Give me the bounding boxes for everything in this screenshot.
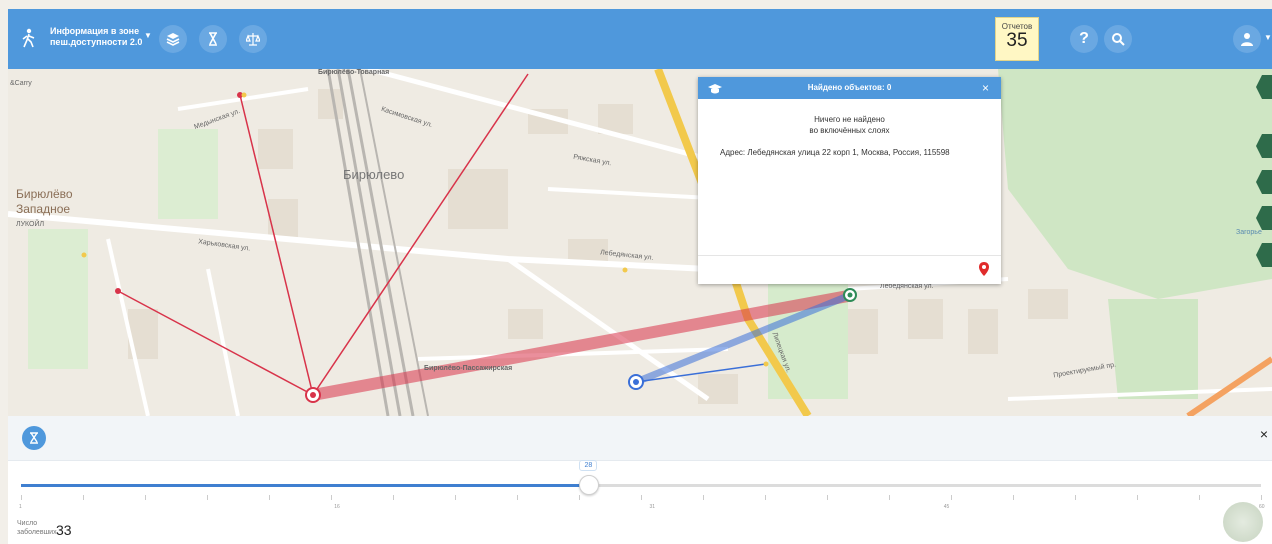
timeline-slider-fill xyxy=(21,484,589,487)
timeline-tick xyxy=(703,495,704,500)
timeline-header: × xyxy=(8,416,1272,461)
timeline-tick xyxy=(455,495,456,500)
timeline-tick xyxy=(21,495,22,500)
timeline-tick xyxy=(951,495,952,500)
popup-title: Найдено объектов: 0 xyxy=(807,83,892,92)
reports-counter[interactable]: Отчетов 35 xyxy=(995,17,1039,61)
park-area xyxy=(28,229,88,369)
reports-count: 35 xyxy=(1006,30,1028,51)
popup-message-line1: Ничего не найдено xyxy=(814,115,885,124)
timeline-tick xyxy=(269,495,270,500)
timeline-slider-thumb[interactable] xyxy=(579,475,600,495)
park-area xyxy=(158,129,218,219)
timeline-tick xyxy=(1137,495,1138,500)
popup-header: Найдено объектов: 0 × xyxy=(698,77,1001,99)
timeline-tick-label: 31 xyxy=(649,504,656,510)
timeline-tick xyxy=(1261,495,1262,500)
timeline-tick xyxy=(83,495,84,500)
map-view[interactable]: Бирюлёво-Товарная &Carry Медынская ул. К… xyxy=(8,69,1272,416)
timeline-tick-label: 16 xyxy=(334,504,340,510)
layer-title[interactable]: Информация в зоне пеш.доступности 2.0 xyxy=(50,26,142,48)
timeline-tick xyxy=(1075,495,1076,500)
popup-divider xyxy=(698,255,1001,256)
cases-count-value: 33 xyxy=(56,522,72,538)
map-point xyxy=(115,288,121,294)
user-button[interactable] xyxy=(1233,25,1261,53)
popup-address: Адрес: Лебедянская улица 22 корп 1, Моск… xyxy=(720,148,950,157)
park-area xyxy=(1108,299,1198,399)
search-button[interactable] xyxy=(1104,25,1132,53)
timeline-tick xyxy=(765,495,766,500)
user-chevron-icon[interactable]: ▼ xyxy=(1264,33,1272,42)
timeline-tick xyxy=(1013,495,1014,500)
station-label: Бирюлёво-Товарная xyxy=(318,69,390,76)
timeline-panel: × 28 1 16 31 45 60 Число заболевших 33 xyxy=(8,416,1272,544)
slider-value-label: 28 xyxy=(579,460,598,471)
timeline-tick xyxy=(145,495,146,500)
pedestrian-icon[interactable] xyxy=(21,28,37,53)
help-icon: ? xyxy=(1079,30,1089,47)
scales-icon xyxy=(246,33,260,46)
timeline-tick xyxy=(827,495,828,500)
park-area xyxy=(998,69,1272,299)
balance-button[interactable] xyxy=(239,25,267,53)
poi-label: ЛУКОЙЛ xyxy=(16,221,45,228)
timeline-slider[interactable] xyxy=(21,475,1261,495)
timeline-tick-label: 1 xyxy=(19,504,22,510)
help-button[interactable]: ? xyxy=(1070,25,1098,53)
district-label: Бирюлёво xyxy=(16,187,73,201)
timeline-tick xyxy=(393,495,394,500)
timeline-button[interactable] xyxy=(199,25,227,53)
map-point xyxy=(763,361,769,367)
timeline-close-button[interactable]: × xyxy=(1260,426,1268,442)
district-label: Бирюлево xyxy=(343,167,405,182)
map-point xyxy=(81,252,87,258)
popup-message-line2: во включённых слоях xyxy=(809,126,890,135)
map-point xyxy=(622,267,628,273)
results-popup: Найдено объектов: 0 × Ничего не найдено … xyxy=(698,77,1001,284)
layer-title-line2: пеш.доступности 2.0 xyxy=(50,37,143,47)
map-point xyxy=(241,92,247,98)
street-label: Лебедянская ул. xyxy=(880,283,934,290)
target-marker xyxy=(843,288,857,302)
globe-icon[interactable] xyxy=(1223,502,1263,542)
timeline-tick-label: 45 xyxy=(943,504,950,510)
popup-close-button[interactable]: × xyxy=(982,77,989,99)
timeline-tick xyxy=(517,495,518,500)
layers-button[interactable] xyxy=(159,25,187,53)
layers-icon xyxy=(166,33,180,46)
location-pin-icon[interactable] xyxy=(979,262,989,281)
chevron-down-icon[interactable]: ▼ xyxy=(144,31,152,40)
hourglass-icon xyxy=(209,32,217,46)
timeline-tick xyxy=(331,495,332,500)
user-icon xyxy=(1241,33,1253,46)
map-label: &Carry xyxy=(10,80,32,87)
top-toolbar: Информация в зоне пеш.доступности 2.0 ▼ … xyxy=(8,9,1272,69)
timeline-tick xyxy=(641,495,642,500)
timeline-tick xyxy=(207,495,208,500)
popup-message: Ничего не найдено во включённых слоях xyxy=(698,114,1001,136)
area-label: Загорье xyxy=(1236,229,1262,236)
station-label: Бирюлёво-Пассажирская xyxy=(424,365,513,372)
cases-count-label-line1: Число xyxy=(17,520,38,527)
timeline-tick-label: 60 xyxy=(1259,504,1265,510)
hourglass-icon xyxy=(30,432,38,444)
district-label: Западное xyxy=(16,202,71,216)
cases-count-label: Число заболевших xyxy=(17,519,57,537)
timeline-tick xyxy=(889,495,890,500)
timeline-tick xyxy=(579,495,580,500)
layer-title-line1: Информация в зоне xyxy=(50,26,140,36)
shop-marker xyxy=(628,374,644,390)
search-icon xyxy=(1112,33,1125,46)
cases-count-label-line2: заболевших xyxy=(17,529,57,536)
timeline-toggle-button[interactable] xyxy=(22,426,46,450)
school-marker xyxy=(305,387,321,403)
graduation-cap-icon xyxy=(708,82,722,104)
timeline-tick xyxy=(1199,495,1200,500)
